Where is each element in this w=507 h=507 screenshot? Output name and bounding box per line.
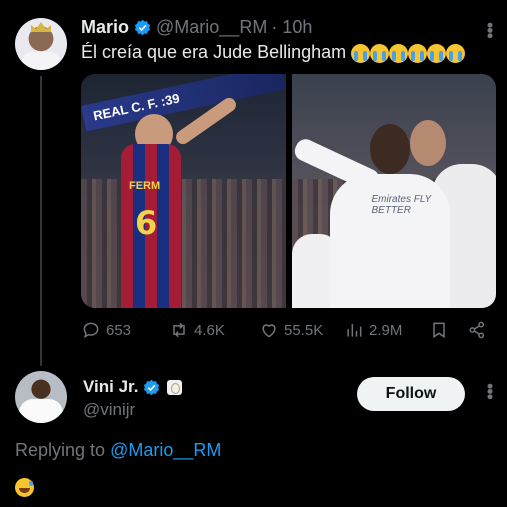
crying-emoji-icon [446, 43, 466, 63]
avatar-mario[interactable] [15, 18, 67, 70]
thread-line [40, 76, 42, 366]
more-options-icon[interactable]: ••• [479, 383, 500, 399]
crying-emoji-icon [427, 43, 447, 63]
reply-author-name[interactable]: Vini Jr. [83, 377, 138, 397]
avatar-shirt [19, 399, 63, 423]
crying-emoji-row [351, 42, 466, 63]
views-button[interactable]: 2.9M [344, 320, 402, 340]
laughing-with-sweat-emoji-icon [15, 478, 34, 497]
tweet-text-content: Él creía que era Jude Bellingham [81, 42, 347, 62]
tweet-header: Mario @Mario__RM · 10h [81, 17, 312, 38]
crying-emoji-icon [389, 43, 409, 63]
sponsor-text: Emirates FLY BETTER [371, 194, 431, 216]
shirt-number: 6 [135, 204, 158, 242]
like-count: 55.5K [284, 321, 324, 339]
real-madrid-shirt-1: Emirates FLY BETTER [329, 174, 450, 308]
reply-button[interactable]: 653 [81, 320, 131, 340]
bookmark-button[interactable] [429, 320, 449, 340]
reply-icon [83, 322, 99, 339]
shirt-name: FERM [129, 180, 161, 192]
tweet-time[interactable]: · 10h [271, 17, 312, 38]
avatar-vini[interactable] [15, 371, 67, 423]
player-head [369, 124, 410, 174]
barcelona-shirt: FERM 6 [121, 144, 181, 308]
crying-emoji-icon [370, 43, 390, 63]
retweet-count: 4.6K [194, 321, 225, 339]
reply-author-header: Vini Jr. [83, 377, 183, 397]
crowd-background [81, 179, 286, 308]
bookmark-icon [433, 322, 445, 339]
stadium-board: REAL C. F. :39 [81, 74, 286, 132]
tweet-actions: 653 4.6K 55.5K 2.9M [81, 320, 489, 344]
heart-icon [262, 324, 276, 338]
views-count: 2.9M [369, 321, 403, 339]
verified-badge-icon [143, 379, 160, 396]
replying-to-mention[interactable]: @Mario__RM [110, 440, 221, 460]
crying-emoji-icon [351, 43, 371, 63]
player-head [409, 120, 446, 166]
author-name[interactable]: Mario [81, 17, 129, 38]
real-madrid-affiliate-badge-icon[interactable] [167, 379, 183, 395]
tweet-media[interactable]: REAL C. F. :39 FERM 6 Emirates FLY BETTE… [81, 74, 496, 308]
crown-icon [31, 22, 51, 32]
like-button[interactable]: 55.5K [259, 320, 323, 340]
replying-to: Replying to @Mario__RM [15, 440, 221, 461]
photo-barcelona-player[interactable]: REAL C. F. :39 FERM 6 [81, 74, 286, 308]
retweet-button[interactable]: 4.6K [169, 320, 225, 340]
verified-badge-icon [134, 19, 151, 36]
share-button[interactable] [467, 320, 487, 340]
replying-to-prefix: Replying to [15, 440, 106, 460]
avatar-shirt [21, 52, 61, 70]
tweet-text: Él creía que era Jude Bellingham [81, 42, 466, 63]
photo-real-madrid-players[interactable]: Emirates FLY BETTER [291, 74, 496, 308]
views-chart-icon [347, 324, 362, 337]
reply-author-handle[interactable]: @vinijr [83, 400, 135, 420]
crying-emoji-icon [408, 43, 428, 63]
author-handle[interactable]: @Mario__RM [156, 17, 267, 38]
share-icon [469, 321, 485, 339]
reply-count: 653 [106, 321, 132, 339]
reply-content [15, 474, 34, 498]
more-options-icon[interactable]: ••• [479, 22, 500, 38]
retweet-icon [173, 322, 185, 338]
follow-button[interactable]: Follow [357, 377, 465, 411]
